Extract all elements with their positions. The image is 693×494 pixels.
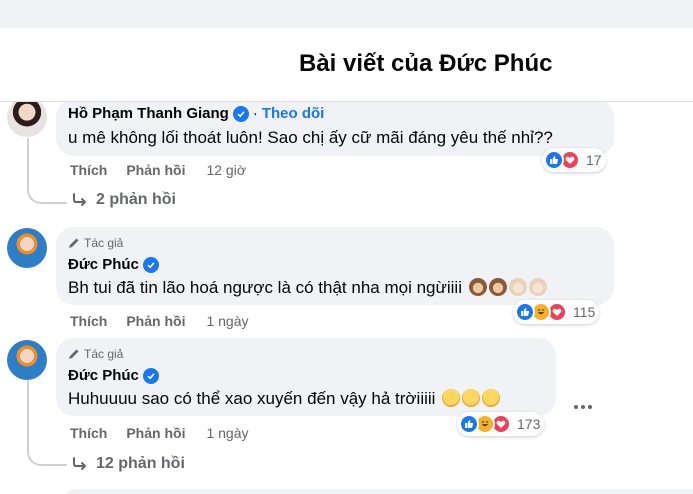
- page-title: Bài viết của Đức Phúc: [299, 50, 553, 77]
- replies-count: 2 phản hồi: [96, 191, 176, 208]
- clapping-hands-emoji: [508, 278, 527, 296]
- pleading-face-emoji: [462, 389, 481, 407]
- like-button[interactable]: Thích: [70, 313, 107, 329]
- author-name[interactable]: Hồ Phạm Thanh Giang: [68, 105, 229, 122]
- dialog-header: Bài viết của Đức Phúc: [0, 28, 693, 102]
- comment-text: Bh tui đã tin lão hoá ngược là có thật n…: [68, 278, 547, 298]
- replies-count: 12 phản hồi: [96, 455, 185, 472]
- timestamp[interactable]: 12 giờ: [206, 162, 246, 178]
- view-replies-link[interactable]: 12 phản hồi: [72, 455, 185, 473]
- like-icon: [515, 302, 535, 322]
- reply-button[interactable]: Phản hồi: [126, 313, 185, 329]
- reaction-summary[interactable]: 17: [542, 148, 606, 172]
- view-replies-link[interactable]: 2 phản hồi: [72, 191, 176, 209]
- pencil-icon: [69, 349, 79, 359]
- reply-button[interactable]: Phản hồi: [126, 425, 185, 441]
- comment-bubble: Tác giả Đức Phúc Bh tui đã tin lão hoá n…: [56, 227, 614, 305]
- reaction-count: 173: [517, 416, 541, 432]
- reaction-count: 17: [586, 152, 602, 168]
- like-button[interactable]: Thích: [70, 162, 107, 178]
- post-comments-dialog: Bài viết của Đức Phúc Hồ Phạm Thanh Gian…: [0, 28, 693, 494]
- separator: ·: [252, 105, 258, 122]
- verified-icon: [142, 256, 159, 273]
- timestamp[interactable]: 1 ngày: [206, 425, 248, 441]
- reaction-summary[interactable]: 115: [513, 300, 600, 324]
- pleading-face-emoji: [442, 389, 461, 407]
- author-tag: Tác giả: [68, 236, 123, 250]
- like-icon: [544, 150, 564, 170]
- comment-actions: Thích Phản hồi 1 ngày: [70, 313, 249, 329]
- more-options-icon[interactable]: [574, 405, 592, 409]
- comment-actions: Thích Phản hồi 12 giờ: [70, 162, 246, 178]
- next-comment-bubble: [64, 489, 693, 494]
- author-name[interactable]: Đức Phúc: [68, 256, 139, 273]
- like-button[interactable]: Thích: [70, 425, 107, 441]
- pencil-icon: [69, 238, 79, 248]
- verified-icon: [142, 367, 159, 384]
- reply-arrow-icon: [73, 457, 86, 470]
- comment-actions: Thích Phản hồi 1 ngày: [70, 425, 249, 441]
- see-no-evil-monkey-emoji: [488, 278, 507, 296]
- comment-text: Huhuuuu sao có thể xao xuyến đến vậy hả …: [68, 389, 501, 409]
- author-name[interactable]: Đức Phúc: [68, 367, 139, 384]
- reaction-count: 115: [573, 304, 596, 320]
- see-no-evil-monkey-emoji: [468, 278, 487, 296]
- thread-connector: [27, 174, 67, 204]
- clapping-hands-emoji: [528, 278, 547, 296]
- pleading-face-emoji: [482, 389, 501, 407]
- author-tag: Tác giả: [68, 347, 123, 361]
- reply-button[interactable]: Phản hồi: [126, 162, 185, 178]
- verified-icon: [232, 105, 249, 122]
- avatar[interactable]: [7, 340, 47, 380]
- timestamp[interactable]: 1 ngày: [206, 313, 248, 329]
- follow-button[interactable]: Theo dõi: [262, 105, 325, 122]
- comment-bubble: Tác giả Đức Phúc Huhuuuu sao có thể xao …: [56, 338, 556, 416]
- avatar[interactable]: [7, 97, 47, 137]
- comment-text: u mê không lối thoát luôn! Sao chị ấy cữ…: [68, 128, 553, 147]
- reply-arrow-icon: [73, 193, 86, 206]
- comment-bubble: Hồ Phạm Thanh Giang · Theo dõi u mê khôn…: [56, 99, 614, 156]
- reaction-summary[interactable]: 173: [457, 412, 545, 436]
- avatar[interactable]: [7, 228, 47, 268]
- thread-connector: [27, 436, 67, 466]
- like-icon: [459, 414, 479, 434]
